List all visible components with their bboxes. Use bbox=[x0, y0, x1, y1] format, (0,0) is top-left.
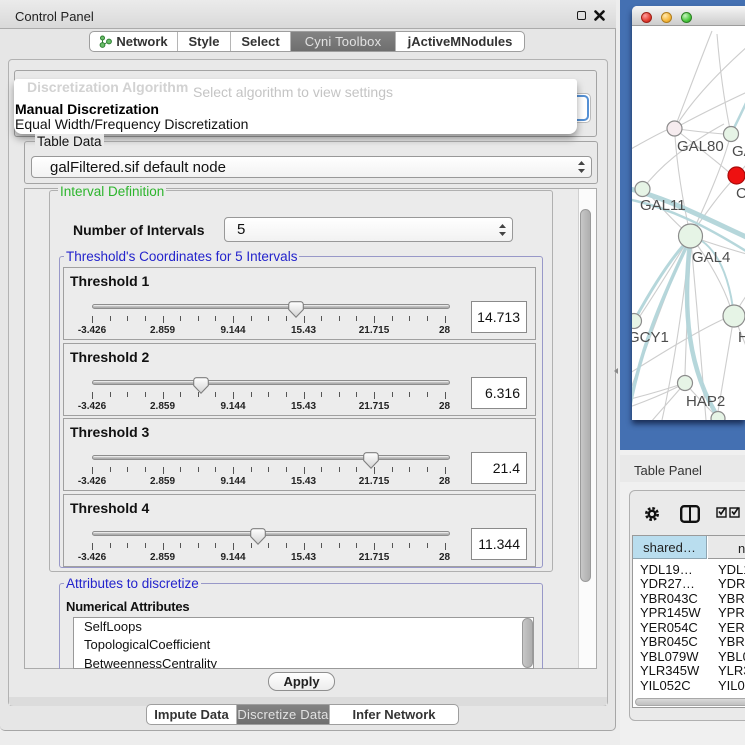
svg-text:GAL80: GAL80 bbox=[677, 138, 724, 155]
svg-text:GA: GA bbox=[732, 143, 745, 160]
svg-text:C: C bbox=[736, 185, 745, 202]
svg-text:H: H bbox=[738, 329, 745, 346]
svg-text:GAL4: GAL4 bbox=[692, 249, 730, 266]
svg-text:HAP2: HAP2 bbox=[686, 393, 725, 410]
svg-text:GAL11: GAL11 bbox=[640, 197, 686, 214]
svg-text:GCY1: GCY1 bbox=[632, 329, 669, 346]
